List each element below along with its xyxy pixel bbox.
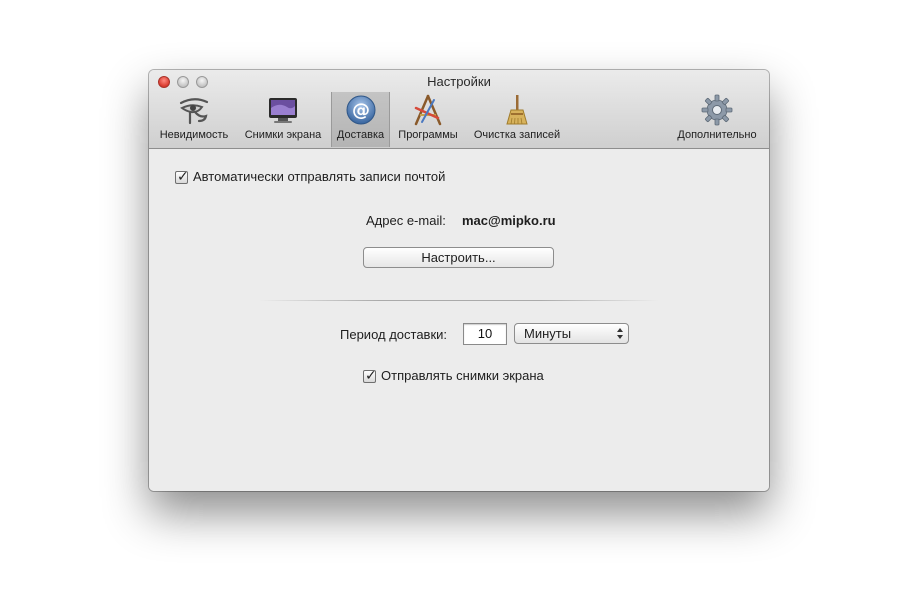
tab-advanced-label: Дополнительно — [677, 129, 757, 141]
auto-send-checkbox[interactable]: ✓ — [175, 168, 189, 184]
period-unit-select[interactable]: Минуты — [514, 323, 629, 344]
checkmark-icon: ✓ — [177, 168, 189, 184]
gear-icon — [701, 94, 733, 126]
configure-button[interactable]: Настроить... — [363, 247, 554, 268]
tab-programs-label: Программы — [398, 129, 458, 141]
period-input[interactable]: 10 — [463, 323, 507, 345]
titlebar: Настройки Невидимость Снимки экрана @ До… — [149, 70, 769, 149]
svg-text:@: @ — [352, 100, 370, 121]
applications-icon — [414, 94, 442, 126]
auto-send-label: Автоматически отправлять записи почтой — [193, 169, 446, 184]
checkmark-icon: ✓ — [365, 367, 377, 383]
send-screenshots-checkbox[interactable]: ✓ — [363, 367, 377, 383]
window-title: Настройки — [427, 74, 491, 89]
separator — [259, 300, 659, 301]
tab-cleanup[interactable]: Очистка записей — [467, 92, 567, 147]
send-screenshots-label: Отправлять снимки экрана — [381, 368, 544, 383]
delivery-pane: ✓ Автоматически отправлять записи почтой… — [149, 149, 769, 491]
tab-invisibility-label: Невидимость — [159, 129, 229, 141]
tab-screenshots-label: Снимки экрана — [244, 129, 322, 141]
preferences-window: Настройки Невидимость Снимки экрана @ До… — [149, 70, 769, 491]
period-label: Период доставки: — [340, 327, 448, 342]
eye-of-horus-icon — [179, 98, 209, 125]
at-sign-icon: @ — [346, 95, 375, 125]
tab-delivery-label: Доставка — [336, 129, 385, 141]
updown-arrows-icon — [617, 328, 623, 339]
email-value: mac@mipko.ru — [462, 213, 556, 228]
broom-icon — [506, 95, 528, 125]
tab-programs[interactable]: Программы — [392, 92, 464, 147]
period-unit-value: Минуты — [524, 326, 572, 341]
tab-delivery[interactable]: @ Доставка — [331, 92, 390, 147]
tab-advanced[interactable]: Дополнительно — [669, 92, 765, 147]
tab-cleanup-label: Очистка записей — [473, 129, 561, 141]
tab-invisibility[interactable]: Невидимость — [155, 92, 233, 147]
email-label: Адрес e-mail: — [366, 213, 446, 228]
screen-monitor-icon — [269, 98, 297, 123]
tab-screenshots[interactable]: Снимки экрана — [237, 92, 329, 147]
